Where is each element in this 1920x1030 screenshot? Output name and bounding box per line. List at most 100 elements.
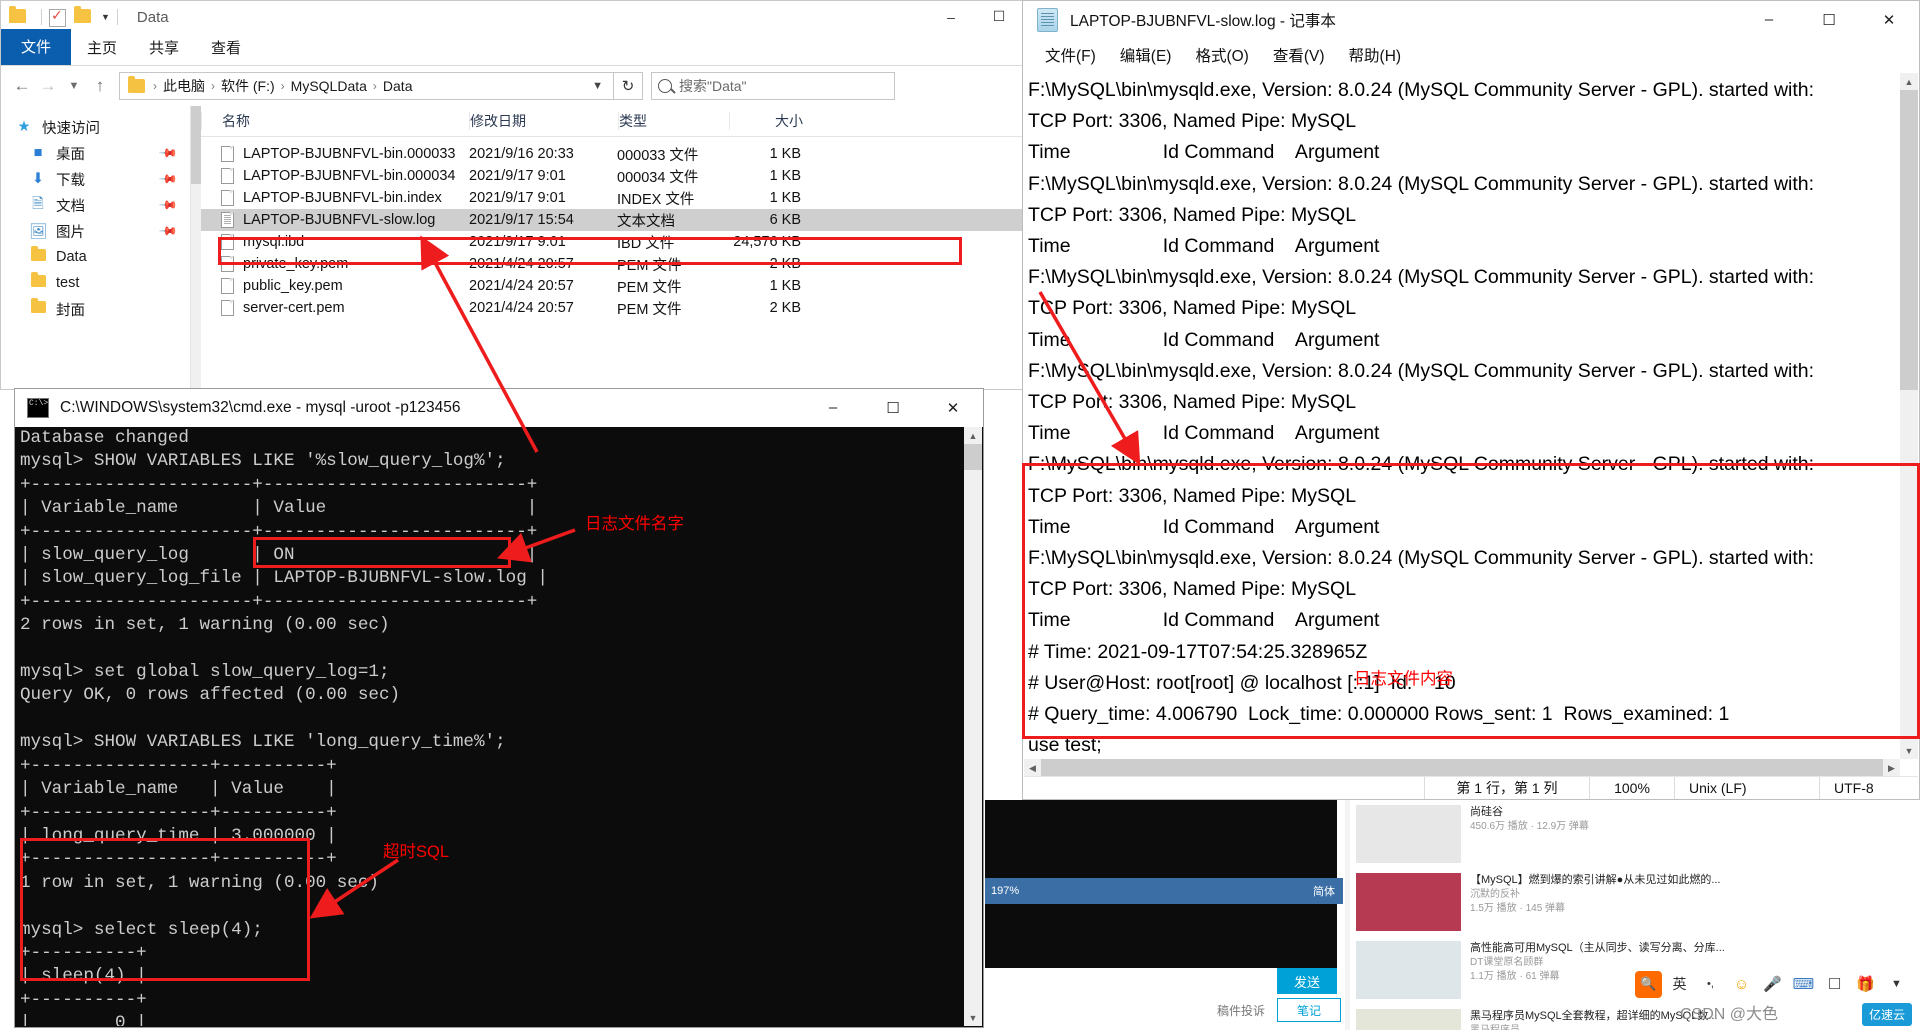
search-input[interactable]: 搜索"Data": [651, 72, 895, 100]
forward-button[interactable]: →: [35, 76, 61, 96]
scroll-left-icon[interactable]: ◀: [1024, 763, 1041, 774]
table-row[interactable]: LAPTOP-BJUBNFVL-bin.index 2021/9/17 9:01…: [201, 187, 1023, 209]
close-button[interactable]: ✕: [1859, 1, 1919, 38]
scroll-up-icon[interactable]: ▲: [1900, 73, 1918, 90]
scroll-down-icon[interactable]: ▼: [1900, 742, 1918, 759]
column-header-date[interactable]: 修改日期: [469, 112, 618, 130]
breadcrumb[interactable]: › 此电脑 › 软件 (F:) › MySQLData › Data ▼: [119, 72, 614, 100]
cmd-titlebar[interactable]: C:\WINDOWS\system32\cmd.exe - mysql -uro…: [15, 389, 983, 427]
cmd-vertical-scrollbar[interactable]: ▲ ▼: [964, 427, 982, 1026]
cmd-window-controls[interactable]: – ☐ ✕: [803, 389, 983, 426]
breadcrumb-item-mysqldata[interactable]: MySQLData: [289, 78, 369, 94]
menu-format[interactable]: 格式(O): [1183, 44, 1260, 66]
list-item[interactable]: 【MySQL】燃到爆的索引讲解●从未见过如此燃的... 沉默的反补 1.5万 播…: [1350, 868, 1920, 936]
up-button[interactable]: ↑: [87, 76, 113, 96]
notepad-text-area[interactable]: F:\MySQL\bin\mysqld.exe, Version: 8.0.24…: [1024, 73, 1900, 759]
menu-help[interactable]: 帮助(H): [1337, 44, 1414, 66]
emoji-icon[interactable]: ☺: [1728, 971, 1755, 998]
maximize-button[interactable]: ☐: [1799, 1, 1859, 38]
table-row[interactable]: LAPTOP-BJUBNFVL-bin.000033 2021/9/16 20:…: [201, 143, 1023, 165]
column-header-name[interactable]: 名称: [201, 112, 469, 130]
scroll-down-icon[interactable]: ▼: [964, 1009, 982, 1026]
send-button[interactable]: 发送: [1277, 968, 1337, 994]
sidebar-item-downloads[interactable]: ⬇ 下载 📌: [1, 166, 190, 192]
minimize-button[interactable]: –: [1739, 1, 1799, 38]
video-surface[interactable]: [985, 800, 1337, 878]
minimize-button[interactable]: –: [927, 1, 975, 32]
checklist-icon[interactable]: [49, 9, 67, 25]
explorer-window-controls[interactable]: – ☐: [927, 1, 1023, 32]
menu-file[interactable]: 文件(F): [1033, 44, 1108, 66]
scrollbar-thumb[interactable]: [1041, 759, 1883, 777]
system-tray[interactable]: 🔍 英 •, ☺ 🎤 ⌨ ☐ 🎁 ▼: [1631, 964, 1920, 1004]
chevron-down-icon[interactable]: ▼: [592, 80, 609, 92]
sidebar-item-test[interactable]: test: [1, 270, 190, 296]
table-row[interactable]: private_key.pem 2021/4/24 20:57 PEM 文件 2…: [201, 253, 1023, 275]
sidebar-item-data[interactable]: Data: [1, 244, 190, 270]
tab-view[interactable]: 查看: [195, 31, 257, 65]
pin-icon[interactable]: 📌: [158, 221, 178, 241]
maximize-button[interactable]: ☐: [975, 1, 1023, 32]
table-row[interactable]: LAPTOP-BJUBNFVL-bin.000034 2021/9/17 9:0…: [201, 165, 1023, 187]
menu-edit[interactable]: 编辑(E): [1108, 44, 1184, 66]
notepad-menubar[interactable]: 文件(F) 编辑(E) 格式(O) 查看(V) 帮助(H): [1023, 39, 1919, 71]
tab-file[interactable]: 文件: [1, 29, 71, 65]
keyboard-icon[interactable]: ⌨: [1790, 971, 1817, 998]
scrollbar-thumb[interactable]: [1900, 90, 1918, 390]
breadcrumb-item-drive[interactable]: 软件 (F:): [219, 76, 277, 96]
chevron-icon[interactable]: •,: [1697, 971, 1724, 998]
folder-icon[interactable]: [9, 9, 27, 25]
navigation-pane[interactable]: ★ 快速访问 ■ 桌面 📌 ⬇ 下载 📌 🗎 文档 📌 🖼 图片 📌: [1, 106, 191, 391]
tab-share[interactable]: 共享: [133, 31, 195, 65]
table-row-selected[interactable]: LAPTOP-BJUBNFVL-slow.log 2021/9/17 15:54…: [201, 209, 1023, 231]
notepad-horizontal-scrollbar[interactable]: ◀ ▶: [1024, 759, 1900, 777]
scrollbar-thumb[interactable]: [191, 106, 201, 184]
cmd-window[interactable]: C:\WINDOWS\system32\cmd.exe - mysql -uro…: [14, 388, 984, 1028]
notepad-vertical-scrollbar[interactable]: ▲ ▼: [1900, 73, 1918, 759]
ribbon-tabs[interactable]: 文件 主页 共享 查看: [1, 33, 1023, 66]
sogou-icon[interactable]: 🔍: [1635, 971, 1662, 998]
scroll-up-icon[interactable]: ▲: [964, 427, 982, 444]
file-list[interactable]: 名称 修改日期 类型 大小 LAPTOP-BJUBNFVL-bin.000033…: [191, 106, 1023, 391]
sidebar-item-desktop[interactable]: ■ 桌面 📌: [1, 140, 190, 166]
explorer-titlebar[interactable]: ▼ Data – ☐: [1, 1, 1023, 33]
list-item[interactable]: 尚硅谷 450.6万 播放 · 12.9万 弹幕: [1350, 800, 1920, 868]
address-bar[interactable]: ← → ▼ ↑ › 此电脑 › 软件 (F:) › MySQLData › Da…: [1, 66, 1023, 106]
mic-icon[interactable]: 🎤: [1759, 971, 1786, 998]
note-button[interactable]: 笔记: [1277, 998, 1341, 1022]
list-item[interactable]: 黑马程序员MySQL全套教程，超详细的MySQL数... 黑马程序员 12.0万…: [1350, 1004, 1920, 1030]
notepad-window[interactable]: LAPTOP-BJUBNFVL-slow.log - 记事本 – ☐ ✕ 文件(…: [1022, 0, 1920, 800]
minimize-button[interactable]: –: [803, 389, 863, 426]
table-row[interactable]: server-cert.pem 2021/4/24 20:57 PEM 文件 2…: [201, 297, 1023, 319]
screenshot-icon[interactable]: ☐: [1821, 971, 1848, 998]
refresh-icon[interactable]: ↻: [614, 72, 643, 100]
breadcrumb-item-this-pc[interactable]: 此电脑: [161, 76, 207, 96]
pin-icon[interactable]: 📌: [158, 169, 178, 189]
scrollbar-thumb[interactable]: [964, 444, 982, 470]
pin-icon[interactable]: 📌: [158, 143, 178, 163]
close-button[interactable]: ✕: [923, 389, 983, 426]
maximize-button[interactable]: ☐: [863, 389, 923, 426]
file-explorer-window[interactable]: ▼ Data – ☐ 文件 主页 共享 查看 ← → ▼ ↑ › 此电脑 › 软…: [0, 0, 1024, 390]
gift-icon[interactable]: 🎁: [1852, 971, 1879, 998]
notepad-titlebar[interactable]: LAPTOP-BJUBNFVL-slow.log - 记事本 – ☐ ✕: [1023, 1, 1919, 39]
cmd-console-output[interactable]: Database changed mysql> SHOW VARIABLES L…: [16, 427, 964, 1026]
sidebar-item-cover[interactable]: 封面: [1, 296, 190, 322]
sidebar-item-documents[interactable]: 🗎 文档 📌: [1, 192, 190, 218]
column-header-type[interactable]: 类型: [618, 112, 729, 130]
report-link[interactable]: 稿件投诉: [1217, 1002, 1265, 1019]
more-icon[interactable]: ▼: [1883, 971, 1910, 998]
tab-home[interactable]: 主页: [71, 31, 133, 65]
file-list-scrollbar[interactable]: [191, 106, 201, 391]
scroll-right-icon[interactable]: ▶: [1883, 763, 1900, 774]
breadcrumb-item-data[interactable]: Data: [381, 78, 415, 94]
sidebar-item-pictures[interactable]: 🖼 图片 📌: [1, 218, 190, 244]
menu-view[interactable]: 查看(V): [1261, 44, 1337, 66]
folder-icon[interactable]: [74, 9, 92, 25]
table-row[interactable]: public_key.pem 2021/4/24 20:57 PEM 文件 1 …: [201, 275, 1023, 297]
pin-icon[interactable]: 📌: [158, 195, 178, 215]
sidebar-item-quick-access[interactable]: ★ 快速访问: [1, 114, 190, 140]
recent-locations-button[interactable]: ▼: [61, 80, 87, 92]
file-list-header[interactable]: 名称 修改日期 类型 大小: [201, 106, 1023, 137]
table-row[interactable]: mysql.ibd 2021/9/17 9:01 IBD 文件 24,576 K…: [201, 231, 1023, 253]
